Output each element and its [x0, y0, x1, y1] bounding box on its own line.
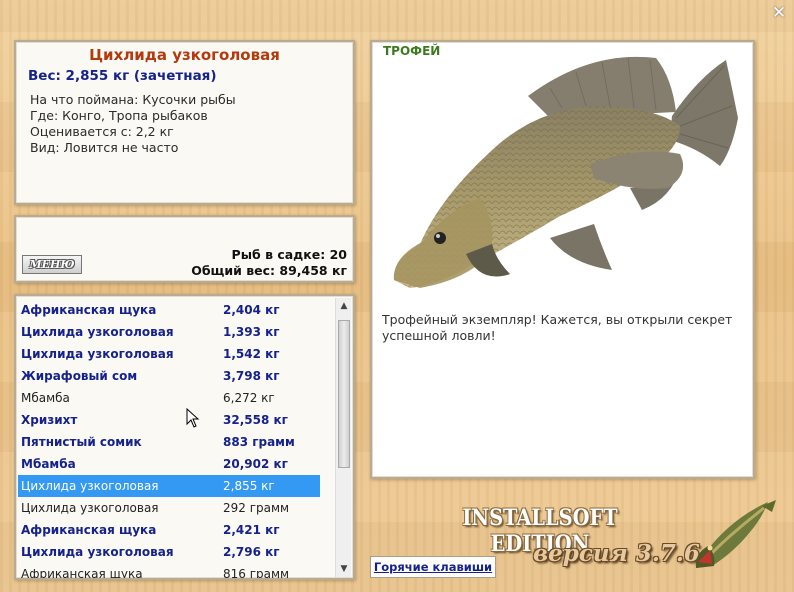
keeper-panel: МЕНЮ Рыб в садке: 20 Общий вес: 89,458 к… [14, 215, 355, 283]
list-item-weight: 816 грамм [223, 567, 290, 580]
list-item-name: Цихлида узкоголовая [21, 479, 159, 493]
fish-bait: На что поймана: Кусочки рыбы [30, 92, 236, 107]
list-item-weight: 883 грамм [223, 435, 295, 449]
fish-rarity: Вид: Ловится не часто [30, 140, 179, 155]
fish-location: Где: Конго, Тропа рыбаков [30, 108, 208, 123]
list-item-name: Африканская щука [21, 523, 157, 537]
list-item-weight: 2,421 кг [223, 523, 280, 537]
cichlid-fish-image [393, 56, 738, 288]
list-item[interactable]: Цихлида узкоголовая 1,542 кг [18, 343, 320, 365]
list-item[interactable]: Мбамба 20,902 кг [18, 453, 320, 475]
list-item-name: Пятнистый сомик [21, 435, 142, 449]
catch-list[interactable]: Африканская щука 2,404 кг Цихлида узкоголо… [14, 294, 355, 580]
list-item-name: Африканская щука [21, 303, 157, 317]
list-item-weight: 3,798 кг [223, 369, 280, 383]
list-item-weight: 1,393 кг [223, 325, 280, 339]
list-item[interactable]: Мбамба 6,272 кг [18, 387, 320, 409]
trophy-message: Трофейный экземпляр! Кажется, вы открыли… [382, 312, 733, 343]
list-item-weight: 2,855 кг [223, 479, 275, 493]
scroll-up-arrow-icon[interactable]: ▲ [336, 298, 352, 314]
list-item-name: Мбамба [21, 457, 76, 471]
list-item[interactable]: Хризихт 32,558 кг [18, 409, 320, 431]
list-item-weight: 292 грамм [223, 501, 290, 515]
list-item-weight: 1,542 кг [223, 347, 280, 361]
list-item-name: Цихлида узкоголовая [21, 545, 174, 559]
list-item[interactable]: Пятнистый сомик 883 грамм [18, 431, 320, 453]
close-button[interactable]: ✕ [769, 3, 789, 23]
list-item-name: Цихлида узкоголовая [21, 325, 174, 339]
list-item-weight: 32,558 кг [223, 413, 288, 427]
mouse-cursor-icon [186, 408, 200, 428]
list-item[interactable]: Африканская щука 816 грамм [18, 563, 320, 580]
list-item-name: Хризихт [21, 413, 78, 427]
scroll-down-arrow-icon[interactable]: ▼ [336, 561, 352, 577]
list-item-name: Мбамба [21, 391, 70, 405]
catch-list-rows: Африканская щука 2,404 кг Цихлида узкоголо… [18, 299, 320, 580]
menu-button[interactable]: МЕНЮ [22, 255, 82, 274]
trophy-panel: ТРОФЕЙ Трофейный экземпляр! Кажется, вы … [370, 40, 755, 479]
list-item-name: Африканская щука [21, 567, 143, 580]
fish-value: Оценивается с: 2,2 кг [30, 124, 174, 139]
pike-logo-icon [695, 500, 776, 568]
list-item-name: Цихлида узкоголовая [21, 501, 159, 515]
list-item[interactable]: Цихлида узкоголовая 1,393 кг [18, 321, 320, 343]
scroll-thumb[interactable] [338, 320, 350, 468]
list-item-weight: 6,272 кг [223, 391, 275, 405]
fish-info-panel: Цихлида узкоголовая Вес: 2,855 кг (зачет… [14, 40, 355, 205]
list-item-name: Цихлида узкоголовая [21, 347, 174, 361]
list-item-name: Жирафовый сом [21, 369, 138, 383]
total-weight: Общий вес: 89,458 кг [191, 263, 347, 278]
list-item[interactable]: Африканская щука 2,421 кг [18, 519, 320, 541]
trophy-label: ТРОФЕЙ [383, 44, 441, 58]
fish-title: Цихлида узкоголовая [89, 46, 280, 64]
list-item[interactable]: Цихлида узкоголовая 292 грамм [18, 497, 320, 519]
list-item-weight: 2,404 кг [223, 303, 280, 317]
list-item[interactable]: Африканская щука 2,404 кг [18, 299, 320, 321]
version-label: версия 3.7.6 [533, 540, 700, 567]
list-item-weight: 20,902 кг [223, 457, 288, 471]
hotkeys-button[interactable]: Горячие клавиши [370, 556, 496, 578]
list-item-weight: 2,796 кг [223, 545, 280, 559]
list-item[interactable]: Цихлида узкоголовая 2,796 кг [18, 541, 320, 563]
list-item-selected[interactable]: Цихлида узкоголовая 2,855 кг [18, 475, 320, 497]
fish-weight: Вес: 2,855 кг (зачетная) [28, 68, 217, 84]
fish-count: Рыб в садке: 20 [231, 247, 347, 262]
scrollbar[interactable]: ▲ ▼ [335, 298, 351, 577]
list-item[interactable]: Жирафовый сом 3,798 кг [18, 365, 320, 387]
